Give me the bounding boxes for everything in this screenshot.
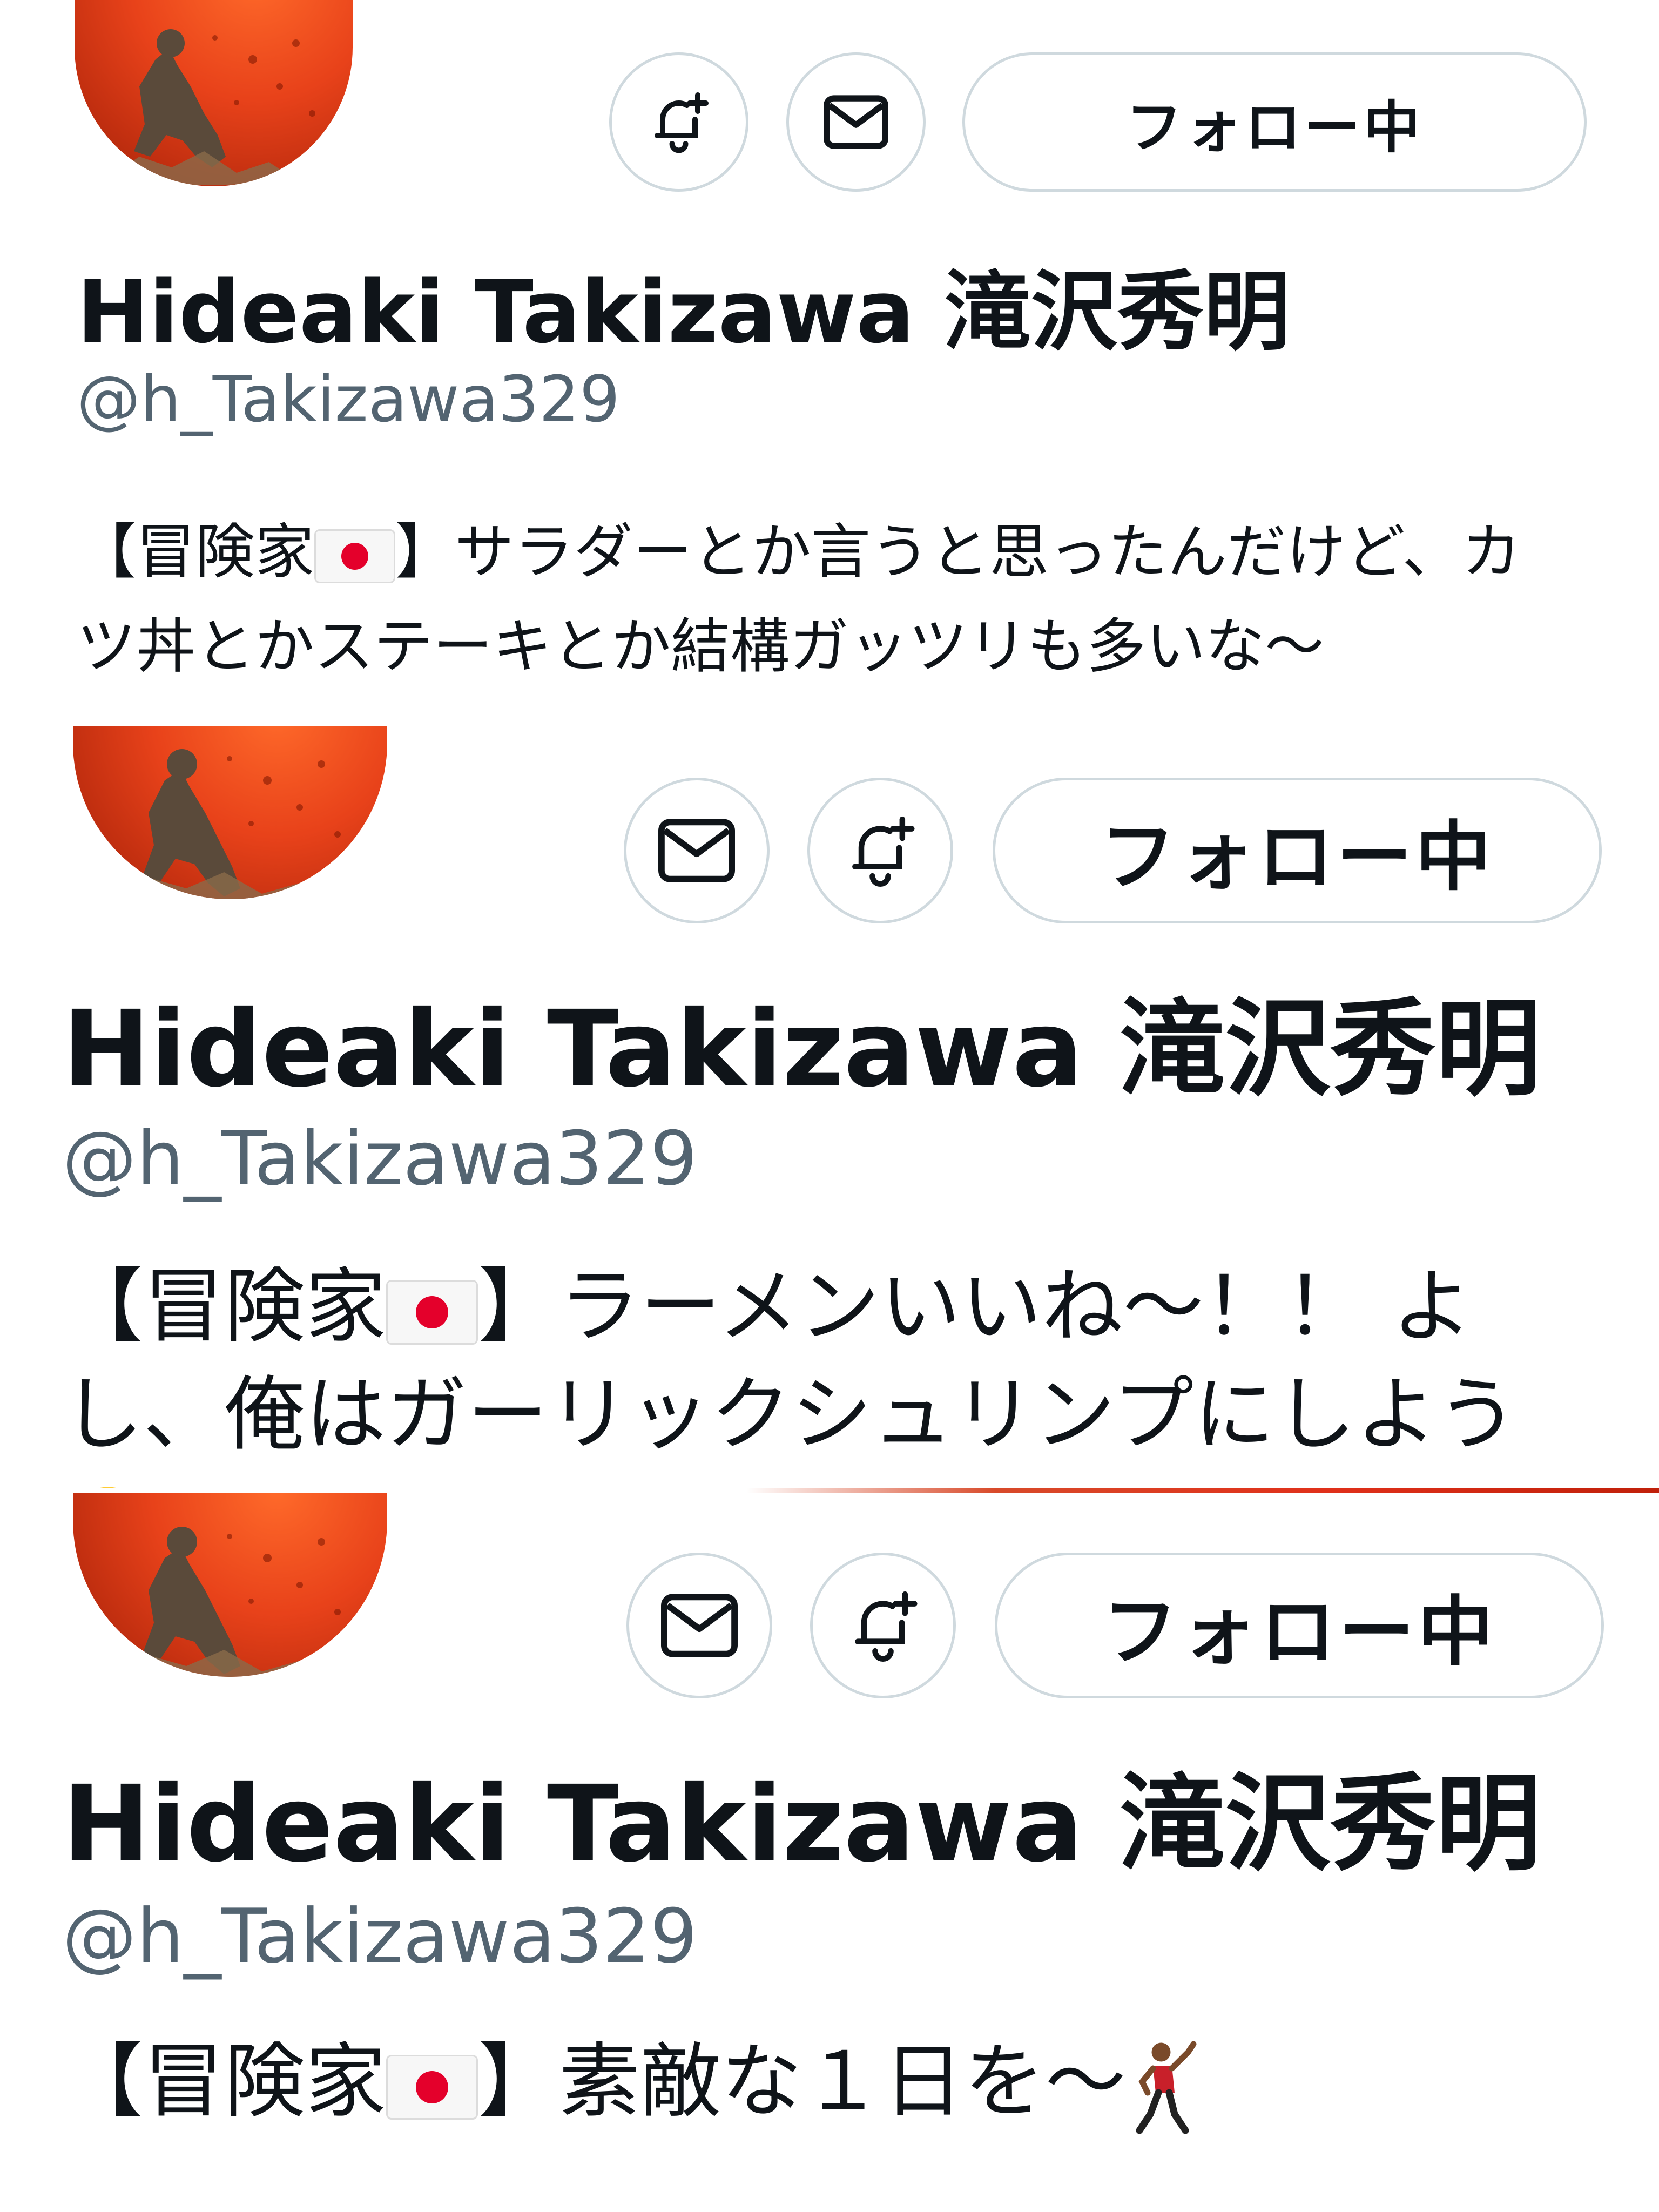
profile-panel-1: フォロー中 Hideaki Takizawa 滝沢秀明 @h_Takizawa3… bbox=[0, 0, 1659, 724]
notification-subscribe-button[interactable] bbox=[609, 52, 748, 192]
following-button-label: フォロー中 bbox=[1125, 94, 1423, 160]
profile-panel-3: フォロー中 Hideaki Takizawa 滝沢秀明 @h_Takizawa3… bbox=[0, 1493, 1659, 2212]
avatar-figure-icon bbox=[111, 749, 341, 899]
avatar[interactable] bbox=[73, 1493, 387, 1677]
handle: @h_Takizawa329 bbox=[77, 362, 621, 436]
notification-bell-plus-icon bbox=[852, 816, 915, 887]
notification-bell-plus-icon bbox=[655, 92, 709, 153]
notification-subscribe-button[interactable] bbox=[807, 778, 953, 923]
message-button[interactable] bbox=[786, 52, 926, 192]
display-name: Hideaki Takizawa 滝沢秀明 bbox=[62, 1763, 1541, 1885]
following-button-label: フォロー中 bbox=[1100, 813, 1494, 901]
message-button[interactable] bbox=[626, 1553, 772, 1698]
profile-panel-2: フォロー中 Hideaki Takizawa 滝沢秀明 @h_Takizawa3… bbox=[0, 724, 1659, 1493]
following-button[interactable]: フォロー中 bbox=[962, 52, 1587, 192]
bio: 【冒険家 】素敵な１日を〜 bbox=[62, 2028, 1607, 2136]
display-name: Hideaki Takizawa 滝沢秀明 bbox=[77, 261, 1291, 362]
bio-prefix: 【冒険家 bbox=[77, 517, 314, 586]
mail-icon bbox=[658, 819, 735, 882]
bio-close: 】 bbox=[478, 1260, 559, 1354]
display-name: Hideaki Takizawa 滝沢秀明 bbox=[62, 988, 1541, 1110]
mail-icon bbox=[824, 95, 888, 149]
following-button[interactable]: フォロー中 bbox=[995, 1553, 1604, 1698]
following-button[interactable]: フォロー中 bbox=[993, 778, 1602, 923]
japan-flag-icon bbox=[314, 529, 395, 583]
avatar[interactable] bbox=[75, 0, 353, 186]
message-button[interactable] bbox=[624, 778, 770, 923]
bio-prefix: 【冒険家 bbox=[62, 2035, 387, 2129]
avatar-figure-icon bbox=[111, 1527, 341, 1677]
japan-flag-icon bbox=[386, 1279, 478, 1345]
bio-prefix: 【冒険家 bbox=[62, 1260, 387, 1354]
following-button-label: フォロー中 bbox=[1102, 1588, 1496, 1676]
image-seam bbox=[0, 1488, 1659, 1493]
japan-flag-icon bbox=[386, 2054, 478, 2120]
handle: @h_Takizawa329 bbox=[62, 1893, 698, 1980]
bio-text: 素敵な１日を〜 bbox=[559, 2035, 1127, 2129]
mail-icon bbox=[661, 1594, 738, 1657]
handle: @h_Takizawa329 bbox=[62, 1115, 698, 1202]
bio-close: 】 bbox=[395, 517, 455, 586]
bio: 【冒険家 】ラーメンいいね〜！！ よし、俺はガーリックシュリンプにしよう bbox=[62, 1253, 1607, 1493]
avatar-figure-icon bbox=[107, 29, 315, 186]
dancing-person-icon bbox=[1126, 2039, 1202, 2136]
image-seam bbox=[0, 721, 1659, 726]
notification-bell-plus-icon bbox=[855, 1591, 918, 1662]
notification-subscribe-button[interactable] bbox=[810, 1553, 956, 1698]
avatar[interactable] bbox=[73, 724, 387, 899]
bio: 【冒険家 】サラダーとか言うと思ったんだけど、カツ丼とかステーキとか結構ガッツリも… bbox=[77, 505, 1524, 694]
bio-close: 】 bbox=[478, 2035, 559, 2129]
